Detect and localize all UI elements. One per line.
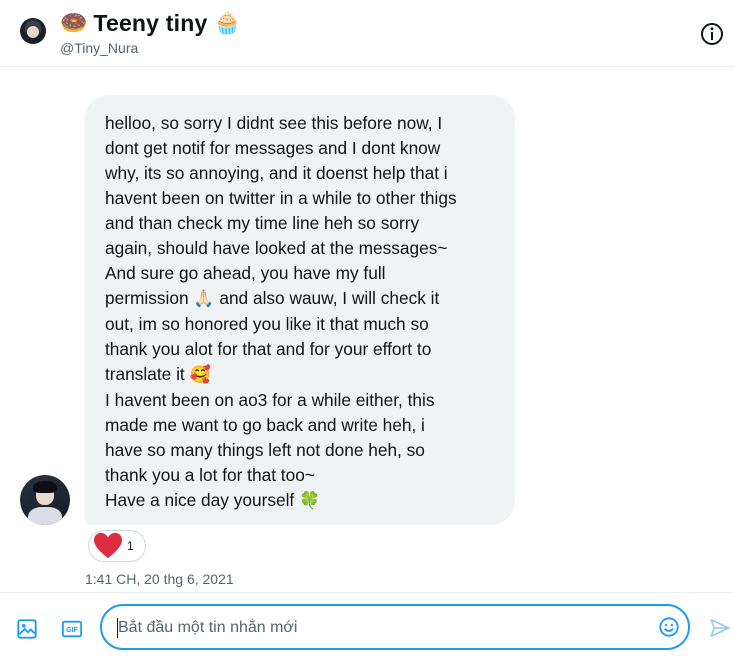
gif-icon[interactable]: GIF [61,618,83,640]
message-text-part: helloo, so sorry I didnt see this before… [105,113,457,308]
heart-icon [94,532,122,559]
message-text-part: I havent been on ao3 for a while either,… [105,390,435,510]
reaction-count: 1 [127,539,134,553]
message-input-box[interactable] [100,604,690,650]
info-icon[interactable] [700,22,724,46]
smiling-hearts-emoji: 🥰 [189,365,211,385]
heart-reaction[interactable]: 1 [88,530,146,562]
conversation-header: 🍩 Teeny tiny 🧁 @Tiny_Nura [0,0,733,67]
conversation-handle: @Tiny_Nura [60,40,139,56]
message-text: helloo, so sorry I didnt see this before… [105,111,495,514]
clover-emoji: 🍀 [299,491,321,511]
message-bubble[interactable]: helloo, so sorry I didnt see this before… [85,95,515,525]
message-composer: GIF [0,592,733,656]
header-avatar[interactable] [20,18,46,44]
cupcake-emoji: 🧁 [213,10,241,36]
conversation-title: Teeny tiny [93,9,208,36]
conversation-title-row[interactable]: 🍩 Teeny tiny 🧁 [60,9,241,37]
media-icon[interactable] [16,618,38,640]
message-timestamp: 1:41 CH, 20 thg 6, 2021 [85,571,234,587]
donut-emoji: 🍩 [60,10,88,36]
message-input[interactable] [116,614,650,642]
emoji-picker-icon[interactable] [658,616,680,638]
gif-label: GIF [66,627,77,634]
avatar-body-shape [28,507,62,525]
avatar-hair-shape [33,481,57,493]
send-icon[interactable] [708,617,732,639]
folded-hands-emoji: 🙏🏻 [193,289,215,309]
sender-avatar[interactable] [20,475,70,525]
